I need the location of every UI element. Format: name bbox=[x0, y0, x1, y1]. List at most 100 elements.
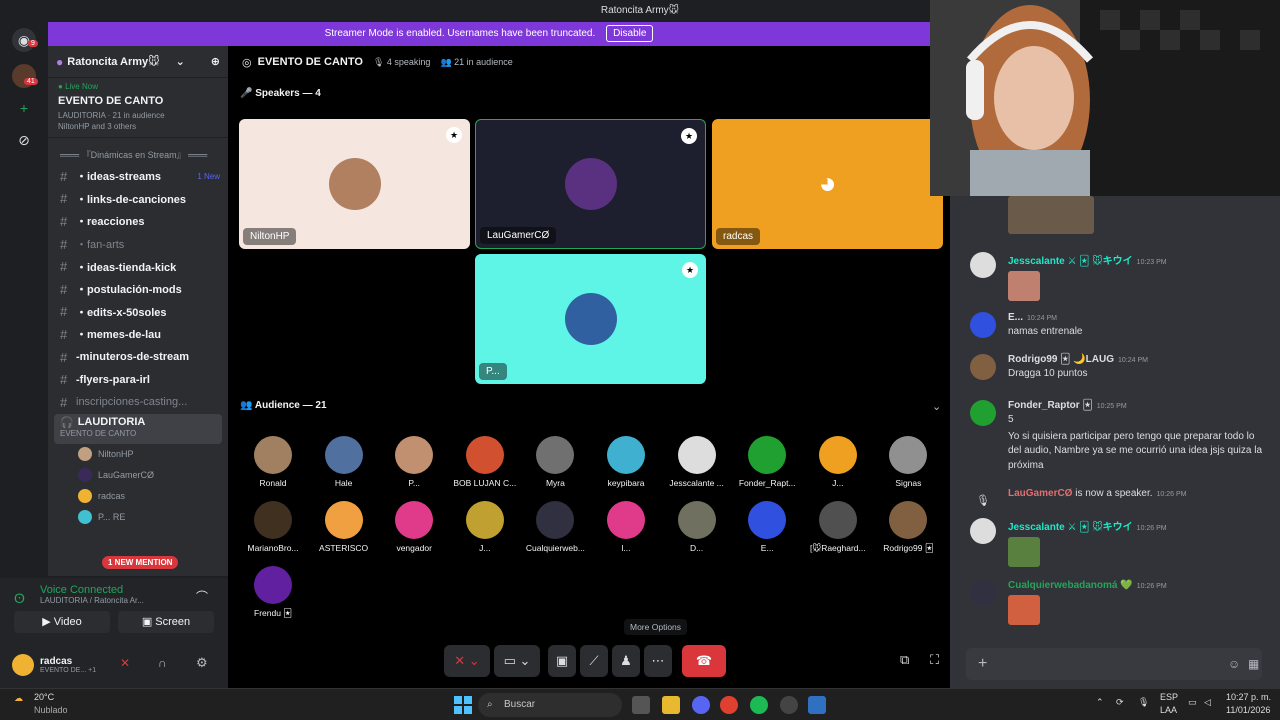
author-name[interactable]: Jesscalante ⚔ 🃏 🐭キウイ bbox=[1008, 522, 1133, 533]
windows-start-icon[interactable] bbox=[454, 696, 472, 714]
collapse-chevron-icon[interactable]: ⌄ bbox=[932, 400, 941, 413]
taskbar-search[interactable]: ⌕ Buscar bbox=[478, 693, 622, 717]
audience-member[interactable]: Hale bbox=[309, 436, 379, 488]
author-name[interactable]: Cualquierwebadanomá 💚 bbox=[1008, 580, 1133, 591]
signal-icon[interactable]: ʘ bbox=[14, 590, 25, 606]
task-view-icon[interactable] bbox=[632, 696, 650, 714]
audience-member[interactable]: E... bbox=[732, 501, 802, 553]
audience-member[interactable]: J... bbox=[803, 436, 873, 488]
avatar[interactable] bbox=[970, 312, 996, 338]
image-attachment[interactable] bbox=[1008, 196, 1094, 234]
tray-refresh-icon[interactable]: ⟳ bbox=[1116, 697, 1124, 708]
server-header[interactable]: ● Ratoncita Army🐭 ⌄ ⊕ bbox=[48, 46, 228, 78]
audience-member[interactable]: Fonder_Rapt... bbox=[732, 436, 802, 488]
image-attachment[interactable] bbox=[1008, 537, 1040, 567]
file-explorer-icon[interactable] bbox=[662, 696, 680, 714]
keyboard-language[interactable]: ESP bbox=[1160, 692, 1178, 702]
screen-button[interactable]: ▣ Screen bbox=[118, 611, 214, 633]
audience-member[interactable]: D... bbox=[662, 501, 732, 553]
disable-button[interactable]: Disable bbox=[606, 25, 654, 42]
audience-member[interactable]: BOB LUJAN C... bbox=[450, 436, 520, 488]
popout-icon[interactable]: ⧉ bbox=[900, 652, 909, 668]
channel-item[interactable]: # ・edits-x-50soles bbox=[48, 301, 228, 324]
audience-member[interactable]: P... bbox=[379, 436, 449, 488]
channel-item[interactable]: # ・links-de-canciones bbox=[48, 188, 228, 211]
live-stage-card[interactable]: ● Live Now EVENTO DE CANTO LAUDITORIA · … bbox=[48, 78, 228, 138]
mute-mic-button[interactable]: ✕ ⌄ bbox=[444, 645, 490, 677]
voice-user[interactable]: NiltonHP bbox=[48, 444, 228, 465]
spotify-icon[interactable] bbox=[750, 696, 768, 714]
avatar[interactable] bbox=[970, 400, 996, 426]
move-to-audience-button[interactable]: ⟋ bbox=[580, 645, 608, 677]
headset-icon[interactable]: ∩ bbox=[158, 656, 167, 670]
chevron-down-icon[interactable]: ⌄ bbox=[176, 55, 185, 68]
author-name[interactable]: E... bbox=[1008, 312, 1023, 323]
keyboard-layout[interactable]: LAA bbox=[1160, 705, 1177, 715]
leave-call-button[interactable]: ☎ bbox=[682, 645, 726, 677]
channel-item[interactable]: # ・reacciones bbox=[48, 210, 228, 233]
avatar[interactable] bbox=[970, 518, 996, 544]
avatar[interactable] bbox=[970, 252, 996, 278]
emoji-icon[interactable]: ☺ bbox=[1228, 648, 1240, 680]
avatar[interactable] bbox=[12, 654, 34, 676]
speaker-tile[interactable]: ◕ radcas bbox=[712, 119, 943, 249]
channel-item[interactable]: # ・ideas-tienda-kick bbox=[48, 255, 228, 278]
video-button[interactable]: ▶ Video bbox=[14, 611, 110, 633]
audience-member[interactable]: ASTERISCO bbox=[309, 501, 379, 553]
add-server-icon[interactable]: + bbox=[12, 96, 36, 120]
audience-member[interactable]: [🐭Raeghard... bbox=[803, 501, 873, 554]
audience-member[interactable]: keypibara bbox=[591, 436, 661, 488]
image-attachment[interactable] bbox=[1008, 271, 1040, 301]
image-attachment[interactable] bbox=[1008, 595, 1040, 625]
author-name[interactable]: Jesscalante ⚔ 🃏 🐭キウイ bbox=[1008, 256, 1133, 267]
voice-connected-sub[interactable]: LAUDITORIA / Ratoncita Ar... bbox=[0, 596, 228, 605]
speaker-tile[interactable]: ★ LauGamerCØ bbox=[475, 119, 706, 249]
avatar[interactable] bbox=[970, 580, 996, 606]
category-header[interactable]: ═══ 『Dinámicas en Stream』 ═══ bbox=[48, 138, 228, 165]
author-name[interactable]: Fonder_Raptor 🃏 bbox=[1008, 400, 1093, 411]
gif-icon[interactable]: ▦ bbox=[1248, 648, 1259, 680]
audience-member[interactable]: l... bbox=[591, 501, 661, 553]
audience-member[interactable]: Cualquierweb... bbox=[520, 501, 590, 553]
network-icon[interactable]: ▭ bbox=[1188, 697, 1197, 708]
audience-member[interactable]: J... bbox=[450, 501, 520, 553]
channel-item[interactable]: # ・postulación-mods bbox=[48, 278, 228, 301]
speaker-tile[interactable]: ★ P... bbox=[475, 254, 706, 384]
voice-user[interactable]: radcas bbox=[48, 486, 228, 507]
add-attachment-icon[interactable]: + bbox=[978, 655, 987, 672]
channel-item[interactable]: # ・fan-arts bbox=[48, 233, 228, 256]
chrome-icon[interactable] bbox=[720, 696, 738, 714]
audience-member[interactable]: Frendu 🃏 bbox=[238, 566, 308, 619]
chat-input[interactable]: + ☺ ▦ bbox=[966, 648, 1262, 680]
clock-time[interactable]: 10:27 p. m. bbox=[1226, 692, 1271, 702]
channel-item[interactable]: # ・ideas-streams 1 New bbox=[48, 165, 228, 188]
new-mention-badge[interactable]: 1 NEW MENTION bbox=[102, 556, 179, 569]
voice-channel-lauditoria[interactable]: 🎧 LAUDITORIA EVENTO DE CANTO bbox=[54, 413, 222, 444]
channel-item[interactable]: # -minuteros-de-stream bbox=[48, 346, 228, 369]
discover-icon[interactable]: ⊘ bbox=[12, 128, 36, 152]
invite-button[interactable]: ♟ bbox=[612, 645, 640, 677]
audience-member[interactable]: vengador bbox=[379, 501, 449, 553]
avatar[interactable] bbox=[970, 354, 996, 380]
gear-icon[interactable]: ⚙ bbox=[196, 655, 208, 671]
audience-member[interactable]: Ronald bbox=[238, 436, 308, 488]
author-name[interactable]: LauGamerCØ bbox=[1008, 488, 1072, 499]
share-screen-button[interactable]: ▣ bbox=[548, 645, 576, 677]
clock-date[interactable]: 11/01/2026 bbox=[1226, 705, 1270, 715]
voice-user[interactable]: P... RE bbox=[48, 507, 228, 528]
add-user-icon[interactable]: ⊕ bbox=[211, 55, 220, 68]
channel-item[interactable]: # ・memes-de-lau bbox=[48, 323, 228, 346]
channel-item[interactable]: # -flyers-para-irl bbox=[48, 368, 228, 391]
mic-muted-icon[interactable]: ✕ bbox=[120, 656, 130, 670]
tray-chevron-icon[interactable]: ⌃ bbox=[1096, 697, 1104, 708]
audience-member[interactable]: Rodrigo99 🃏 bbox=[873, 501, 943, 554]
notepad-icon[interactable] bbox=[808, 696, 826, 714]
voice-user[interactable]: LauGamerCØ bbox=[48, 465, 228, 486]
audience-member[interactable]: MarianoBro... bbox=[238, 501, 308, 553]
audience-member[interactable]: Signas bbox=[873, 436, 943, 488]
audience-member[interactable]: Jesscalante ... bbox=[662, 436, 732, 488]
fullscreen-icon[interactable]: ⛶ bbox=[930, 652, 939, 668]
obs-icon[interactable] bbox=[780, 696, 798, 714]
volume-icon[interactable]: ◁ bbox=[1204, 697, 1211, 708]
disconnect-icon[interactable]: ⌒ bbox=[196, 588, 208, 605]
